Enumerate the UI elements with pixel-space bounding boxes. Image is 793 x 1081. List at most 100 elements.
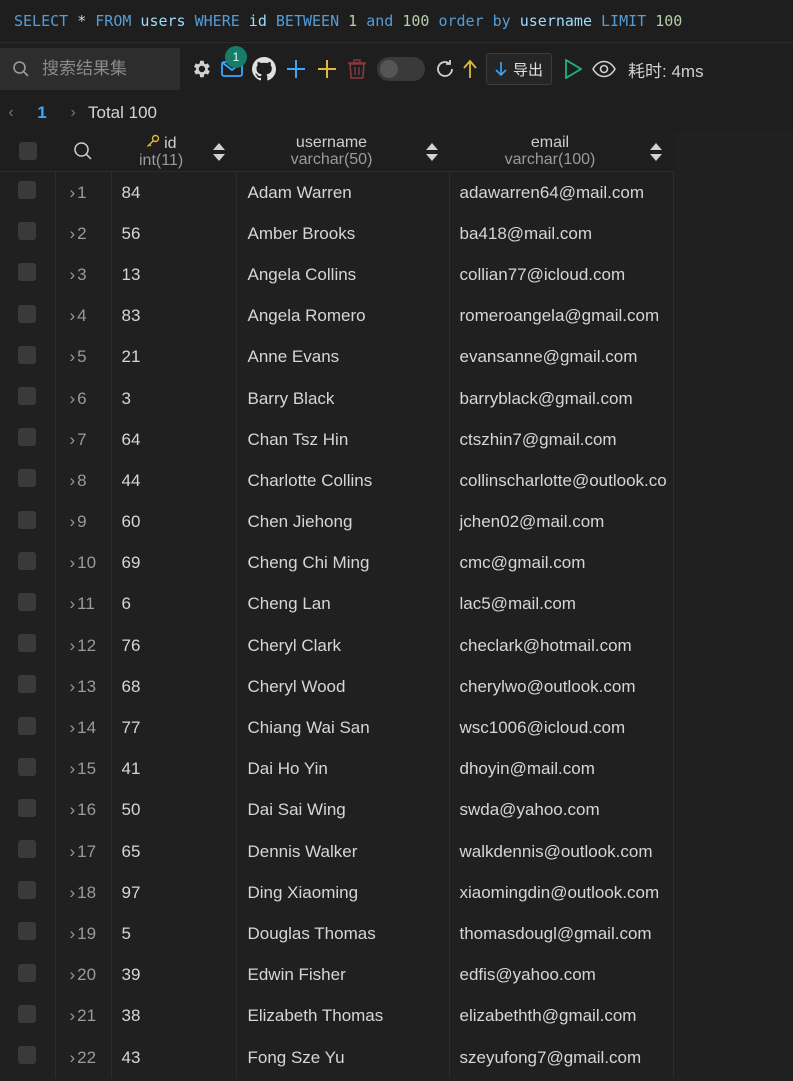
table-row[interactable]: › 19 5 Douglas Thomas thomasdougl@gmail.com bbox=[0, 913, 674, 955]
row-expand-cell[interactable]: › 14 bbox=[55, 707, 112, 749]
row-expand-cell[interactable]: › 20 bbox=[55, 954, 112, 996]
cell-id[interactable]: 3 bbox=[111, 377, 237, 420]
run-icon[interactable] bbox=[564, 59, 583, 79]
cell-id[interactable]: 68 bbox=[111, 666, 237, 708]
cell-email[interactable]: collian77@icloud.com bbox=[449, 254, 674, 296]
chevron-right-icon[interactable]: › bbox=[70, 1048, 76, 1068]
row-checkbox[interactable] bbox=[18, 675, 37, 694]
cell-username[interactable]: Angela Collins bbox=[236, 254, 450, 296]
cell-email[interactable]: thomasdougl@gmail.com bbox=[449, 913, 674, 955]
row-expand-cell[interactable]: › 5 bbox=[55, 336, 112, 378]
chevron-right-icon[interactable]: › bbox=[70, 430, 76, 450]
sort-icon[interactable] bbox=[425, 142, 439, 162]
current-page[interactable]: 1 bbox=[22, 103, 62, 123]
cell-email[interactable]: ctszhin7@gmail.com bbox=[449, 419, 674, 461]
cell-username[interactable]: Cheryl Clark bbox=[236, 625, 450, 667]
chevron-right-icon[interactable]: › bbox=[70, 347, 76, 367]
row-checkbox[interactable] bbox=[18, 510, 37, 529]
cell-email[interactable]: barryblack@gmail.com bbox=[449, 377, 674, 420]
search-input[interactable] bbox=[40, 58, 174, 80]
chevron-right-icon[interactable]: › bbox=[70, 718, 76, 738]
cell-username[interactable]: Cheng Lan bbox=[236, 583, 450, 626]
row-checkbox[interactable] bbox=[18, 304, 37, 323]
cell-username[interactable]: Elizabeth Thomas bbox=[236, 995, 450, 1037]
table-row[interactable]: › 8 44 Charlotte Collins collinscharlotte@ou… bbox=[0, 460, 674, 502]
cell-username[interactable]: Dennis Walker bbox=[236, 831, 450, 873]
table-row[interactable]: › 10 69 Cheng Chi Ming cmc@gmail.com bbox=[0, 542, 674, 584]
cell-id[interactable]: 97 bbox=[111, 872, 237, 914]
column-header-id[interactable]: id int(11) bbox=[111, 131, 236, 172]
table-row[interactable]: › 3 13 Angela Collins collian77@icloud.com bbox=[0, 254, 674, 296]
table-row[interactable]: › 2 56 Amber Brooks ba418@mail.com bbox=[0, 213, 674, 255]
cell-id[interactable]: 44 bbox=[111, 460, 237, 502]
row-checkbox[interactable] bbox=[18, 387, 37, 406]
cell-id[interactable]: 39 bbox=[111, 954, 237, 996]
cell-email[interactable]: collinscharlotte@outlook.co bbox=[449, 460, 674, 502]
cell-id[interactable]: 64 bbox=[111, 419, 237, 461]
cell-id[interactable]: 38 bbox=[111, 995, 237, 1037]
cell-id[interactable]: 56 bbox=[111, 213, 237, 255]
export-button[interactable]: 导出 bbox=[486, 53, 553, 85]
table-row[interactable]: › 14 77 Chiang Wai San wsc1006@icloud.com bbox=[0, 707, 674, 749]
table-row[interactable]: › 18 97 Ding Xiaoming xiaomingdin@outlook.co… bbox=[0, 872, 674, 914]
row-checkbox[interactable] bbox=[18, 716, 37, 735]
cell-id[interactable]: 21 bbox=[111, 336, 237, 378]
cell-id[interactable]: 69 bbox=[111, 542, 237, 584]
next-page-icon[interactable]: › bbox=[62, 104, 84, 122]
cell-id[interactable]: 13 bbox=[111, 254, 237, 296]
cell-id[interactable]: 5 bbox=[111, 913, 237, 955]
cell-username[interactable]: Edwin Fisher bbox=[236, 954, 450, 996]
chevron-right-icon[interactable]: › bbox=[70, 1006, 76, 1026]
table-row[interactable]: › 5 21 Anne Evans evansanne@gmail.com bbox=[0, 336, 674, 378]
chevron-right-icon[interactable]: › bbox=[70, 677, 76, 697]
row-expand-cell[interactable]: › 17 bbox=[55, 831, 112, 873]
cell-username[interactable]: Amber Brooks bbox=[236, 213, 450, 255]
github-icon[interactable] bbox=[252, 57, 276, 81]
toggle-switch[interactable] bbox=[377, 57, 425, 81]
cell-username[interactable]: Cheng Chi Ming bbox=[236, 542, 450, 584]
select-all-checkbox[interactable] bbox=[18, 142, 37, 160]
cell-email[interactable]: wsc1006@icloud.com bbox=[449, 707, 674, 749]
cell-email[interactable]: xiaomingdin@outlook.com bbox=[449, 872, 674, 914]
search-icon[interactable] bbox=[73, 141, 93, 161]
row-expand-cell[interactable]: › 15 bbox=[55, 748, 112, 790]
row-expand-cell[interactable]: › 3 bbox=[55, 254, 112, 296]
sort-icon[interactable] bbox=[649, 142, 663, 162]
chevron-right-icon[interactable]: › bbox=[70, 389, 76, 409]
row-expand-cell[interactable]: › 10 bbox=[55, 542, 112, 584]
table-row[interactable]: › 16 50 Dai Sai Wing swda@yahoo.com bbox=[0, 789, 674, 831]
chevron-right-icon[interactable]: › bbox=[70, 512, 76, 532]
chevron-right-icon[interactable]: › bbox=[70, 553, 76, 573]
cell-email[interactable]: dhoyin@mail.com bbox=[449, 748, 674, 790]
prev-page-icon[interactable]: ‹ bbox=[0, 104, 22, 122]
row-expand-cell[interactable]: › 1 bbox=[55, 171, 112, 214]
chevron-right-icon[interactable]: › bbox=[70, 224, 76, 244]
row-checkbox[interactable] bbox=[18, 222, 37, 241]
cell-email[interactable]: cmc@gmail.com bbox=[449, 542, 674, 584]
row-checkbox[interactable] bbox=[18, 881, 37, 900]
cell-username[interactable]: Angela Romero bbox=[236, 295, 450, 337]
cell-username[interactable]: Dai Sai Wing bbox=[236, 789, 450, 831]
table-row[interactable]: › 7 64 Chan Tsz Hin ctszhin7@gmail.com bbox=[0, 419, 674, 461]
row-checkbox[interactable] bbox=[18, 634, 37, 653]
row-expand-cell[interactable]: › 19 bbox=[55, 913, 112, 955]
cell-email[interactable]: edfis@yahoo.com bbox=[449, 954, 674, 996]
cell-username[interactable]: Barry Black bbox=[236, 377, 450, 420]
row-checkbox[interactable] bbox=[18, 428, 37, 447]
cell-username[interactable]: Dai Ho Yin bbox=[236, 748, 450, 790]
cell-username[interactable]: Ding Xiaoming bbox=[236, 872, 450, 914]
table-row[interactable]: › 1 84 Adam Warren adawarren64@mail.com bbox=[0, 171, 674, 214]
chevron-right-icon[interactable]: › bbox=[70, 636, 76, 656]
cell-username[interactable]: Cheryl Wood bbox=[236, 666, 450, 708]
column-header-username[interactable]: username varchar(50) bbox=[236, 131, 449, 172]
row-expand-cell[interactable]: › 2 bbox=[55, 213, 112, 255]
row-expand-cell[interactable]: › 13 bbox=[55, 666, 112, 708]
cell-id[interactable]: 6 bbox=[111, 583, 237, 626]
row-expand-cell[interactable]: › 6 bbox=[55, 377, 112, 420]
row-expand-cell[interactable]: › 9 bbox=[55, 501, 112, 543]
chevron-right-icon[interactable]: › bbox=[70, 759, 76, 779]
cell-username[interactable]: Fong Sze Yu bbox=[236, 1036, 450, 1079]
cell-username[interactable]: Chan Tsz Hin bbox=[236, 419, 450, 461]
chevron-right-icon[interactable]: › bbox=[70, 800, 76, 820]
table-row[interactable]: › 17 65 Dennis Walker walkdennis@outlook.com bbox=[0, 831, 674, 873]
